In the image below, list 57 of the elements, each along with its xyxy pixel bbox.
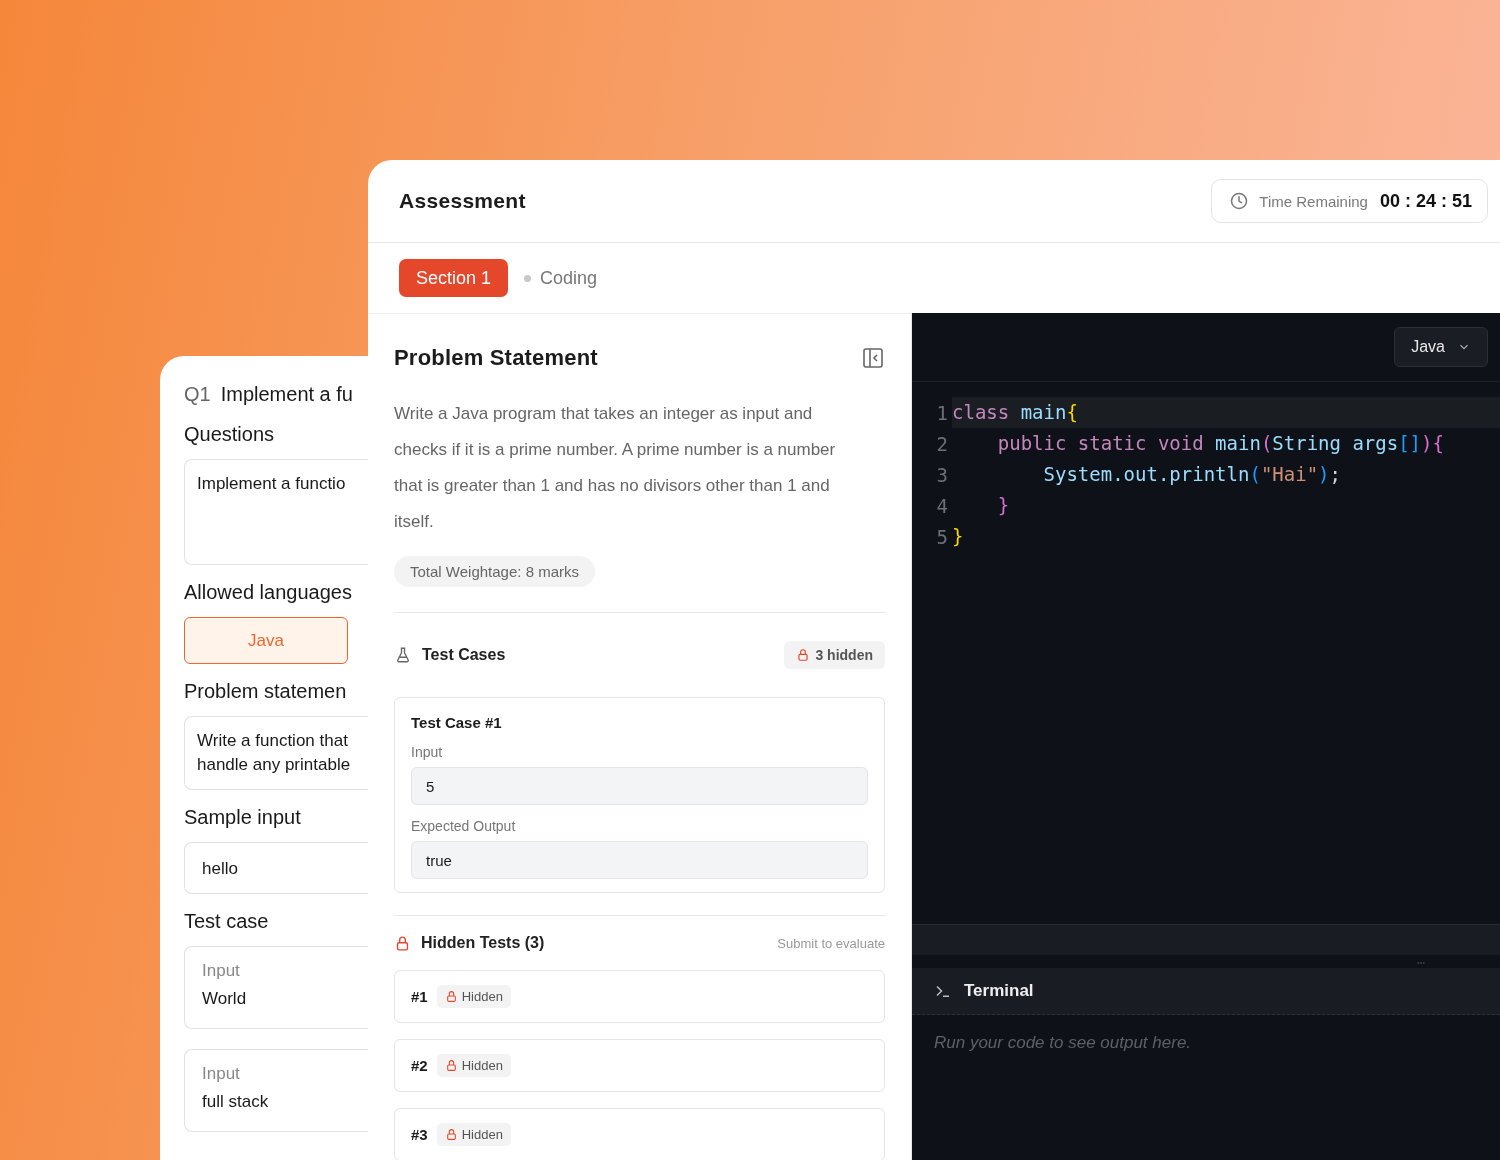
weightage-badge: Total Weightage: 8 marks [394, 556, 595, 587]
window-title: Assessment [399, 189, 526, 213]
question-number: Q1 [184, 383, 211, 407]
section-title: Problem Statement [394, 345, 598, 371]
line-number: 5 [935, 525, 949, 548]
line-number: 4 [935, 494, 949, 517]
collapse-panel-button[interactable] [861, 346, 885, 370]
output-field: true [411, 841, 868, 879]
flask-icon [394, 646, 412, 664]
field-label: Problem statemen [184, 680, 348, 704]
language-dropdown[interactable]: Java [1394, 327, 1488, 367]
code-line: } [952, 524, 965, 549]
field-label: Input [411, 744, 444, 760]
input-value: World [202, 989, 248, 1009]
terminal-output: Run your code to see output here. [933, 1032, 1193, 1054]
lock-icon [444, 1059, 458, 1072]
field-label: Test case [184, 910, 270, 934]
field-label: Expected Output [411, 818, 517, 834]
hidden-count-badge: 3 hidden [784, 641, 885, 669]
line-number: 3 [935, 463, 949, 486]
dot-icon [524, 274, 532, 282]
field-label: Questions [184, 423, 276, 447]
field-label: Allowed languages [184, 581, 353, 605]
hint-text: Submit to evaluate [777, 935, 885, 951]
lock-icon [444, 990, 458, 1003]
panel-collapse-icon [861, 346, 885, 370]
lock-icon [444, 1128, 458, 1141]
lock-icon [394, 934, 411, 952]
test-number: #2 [411, 1057, 428, 1074]
problem-text: Write a Java program that takes an integer as input and checks if it is a prime number. A prime number is a number that is greater than 1 and has no divisors other than 1 and itself. [394, 403, 837, 533]
line-number: 1 [935, 401, 949, 424]
timer-value: 00 : 24 : 51 [1379, 190, 1472, 212]
code-line: } [996, 493, 1011, 518]
terminal-title: Terminal [964, 981, 1034, 1001]
line-number: 2 [935, 432, 949, 455]
section-tab[interactable]: Section 1 [399, 259, 509, 297]
input-label: Input [202, 1064, 241, 1084]
section-tab[interactable]: Coding [524, 267, 598, 289]
clock-icon [1229, 191, 1250, 211]
hidden-badge: Hidden [436, 985, 511, 1008]
test-number: #1 [411, 988, 428, 1005]
code-editor[interactable]: 1 class main{ 2 public static void main(String args[]){ 3 System.out.println("Hai"); 4 } 5 } [912, 382, 1500, 922]
input-value: full stack [202, 1092, 270, 1112]
field-label: Sample input [184, 806, 302, 830]
section-title: Hidden Tests (3) [421, 934, 545, 952]
section-title: Test Cases [422, 646, 506, 664]
timer-label: Time Remaining [1259, 192, 1368, 210]
hidden-badge: Hidden [436, 1054, 511, 1077]
test-case-title: Test Case #1 [411, 714, 503, 731]
lock-icon [796, 648, 811, 662]
input-field: 5 [411, 767, 868, 805]
test-number: #3 [411, 1126, 428, 1143]
input-label: Input [202, 961, 241, 981]
hidden-badge: Hidden [436, 1123, 511, 1146]
code-line: public static void main(String args[]){ [996, 431, 1445, 456]
question-title: Implement a fu [220, 383, 353, 407]
code-line: System.out.println("Hai"); [1042, 462, 1342, 487]
